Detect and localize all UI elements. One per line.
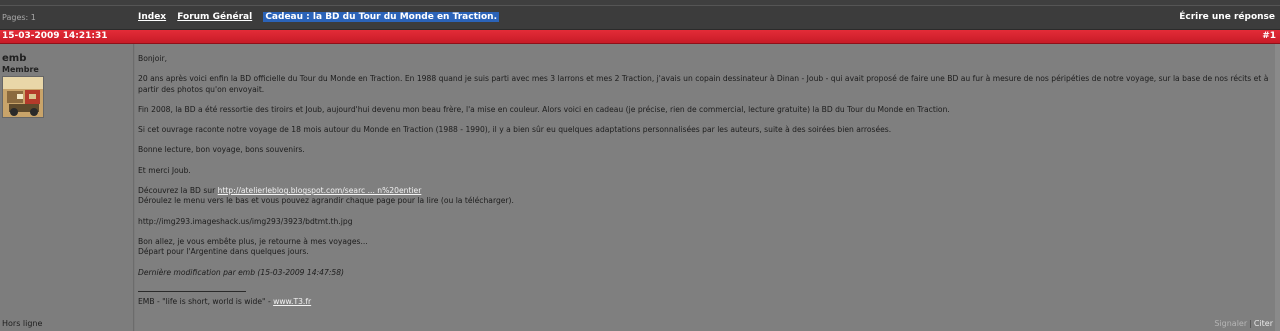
report-link[interactable]: Signaler	[1214, 319, 1247, 328]
online-status: Hors ligne	[2, 319, 43, 328]
post-content-panel: Bonjoir, 20 ans après voici enfin la BD …	[135, 44, 1275, 331]
breadcrumb-topic-link[interactable]: Cadeau : la BD du Tour du Monde en Tract…	[263, 12, 499, 22]
post-edit-note: Dernière modification par emb (15-03-200…	[138, 267, 344, 277]
post-paragraph-5: Et merci Joub.	[138, 165, 191, 175]
avatar	[2, 76, 44, 118]
signature-divider	[138, 291, 246, 292]
avatar-image	[3, 77, 43, 117]
breadcrumb-separator	[256, 12, 259, 22]
breadcrumb-index-link[interactable]: Index	[138, 12, 166, 22]
post-header: 15-03-2009 14:21:31 #1	[0, 30, 1280, 44]
signature: EMB - "life is short, world is wide" - w…	[138, 297, 311, 306]
topic-links-bar: Pages: 1 Index Forum Général Cadeau : la…	[0, 5, 1280, 30]
breadcrumb: Index Forum Général Cadeau : la BD du To…	[138, 12, 499, 22]
post-closing-2: Départ pour l'Argentine dans quelques jo…	[138, 247, 309, 257]
breadcrumb-separator	[170, 12, 173, 22]
signature-text: EMB - "life is short, world is wide" -	[138, 297, 274, 306]
pages-indicator: Pages: 1	[2, 13, 36, 22]
author-name[interactable]: emb	[2, 53, 26, 64]
discover-prefix: Découvrez la BD sur	[138, 186, 218, 196]
blog-link[interactable]: http://atelierleblog.blogspot.com/searc …	[218, 186, 422, 195]
post-author-panel: emb Membre Hors ligne	[0, 44, 134, 331]
post-number[interactable]: #1	[1262, 31, 1276, 41]
breadcrumb-forum-link[interactable]: Forum Général	[177, 12, 252, 22]
signature-link[interactable]: www.T3.fr	[273, 297, 311, 306]
post-date[interactable]: 15-03-2009 14:21:31	[2, 31, 107, 41]
post-body: Bonjoir, 20 ans après voici enfin la BD …	[138, 54, 1273, 288]
quote-link[interactable]: Citer	[1254, 319, 1273, 328]
post-reply-link[interactable]: Écrire une réponse	[1179, 12, 1275, 22]
post-paragraph-2: Fin 2008, la BD a été ressortie des tiro…	[138, 104, 950, 114]
post-paragraph-3: Si cet ouvrage raconte notre voyage de 1…	[138, 125, 892, 135]
post-paragraph-4: Bonne lecture, bon voyage, bons souvenir…	[138, 145, 305, 155]
post-actions: Signaler | Citer	[1214, 319, 1273, 328]
post-instructions: Déroulez le menu vers le bas et vous pou…	[138, 196, 514, 206]
post-discover-line: Découvrez la BD sur http://atelierleblog…	[138, 186, 1273, 196]
post-image-url: http://img293.imageshack.us/img293/3923/…	[138, 216, 353, 226]
post-greeting: Bonjoir,	[138, 54, 168, 63]
post-closing-1: Bon allez, je vous embête plus, je retou…	[138, 236, 368, 246]
right-edge-strip	[1275, 44, 1280, 331]
post-paragraph-1: 20 ans après voici enfin la BD officiell…	[138, 74, 1269, 94]
author-role: Membre	[2, 65, 39, 74]
actions-separator: |	[1249, 319, 1252, 328]
